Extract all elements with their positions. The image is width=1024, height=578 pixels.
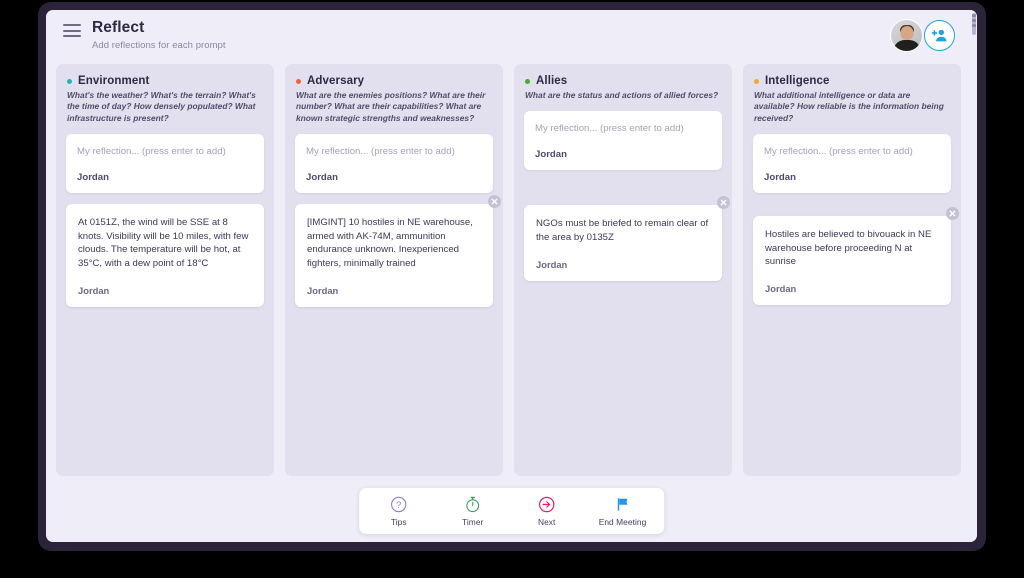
reflection-placeholder: My reflection... (press enter to add) [77,146,226,158]
reflection-input[interactable]: My reflection... (press enter to add) Jo… [753,134,951,194]
note-card-author: Jordan [765,283,797,294]
close-icon[interactable] [946,207,959,221]
column-status-dot [296,78,301,84]
column-allies: Allies What are the status and actions o… [514,64,732,476]
avatar-body [893,40,920,51]
note-card[interactable]: At 0151Z, the wind will be SSE at 8 knot… [66,204,264,312]
note-card[interactable]: Hostiles are believed to bivouack in NE … [753,207,959,305]
note-card-text: NGOs must be briefed to remain clear of … [536,218,709,243]
note-card-list: [IMGINT] 10 hostiles in NE warehouse, ar… [295,195,501,307]
reflection-board: Environment What's the weather? What's t… [46,58,971,542]
column-status-dot [754,78,759,84]
app-header: Reflect Add reflections for each prompt [46,10,977,58]
tips-button[interactable]: ? Tips [377,496,421,527]
app-window: Reflect Add reflections for each prompt [46,10,977,542]
note-card-author: Jordan [78,284,110,296]
timer-button[interactable]: Timer [451,496,495,527]
reflection-author: Jordan [306,172,338,184]
note-card-list: Hostiles are believed to bivouack in NE … [753,207,959,305]
title-block: Reflect Add reflections for each prompt [92,19,226,51]
reflection-placeholder: My reflection... (press enter to add) [764,146,913,158]
column-header: Environment [66,75,264,87]
page-title: Reflect [92,19,145,36]
reflection-author: Jordan [764,172,796,184]
column-prompt: What are the status and actions of allie… [525,90,719,100]
column-title: Environment [78,75,150,87]
reflection-placeholder: My reflection... (press enter to add) [535,123,684,135]
column-prompt: What are the enemies positions? What are… [296,90,486,123]
close-icon[interactable] [717,196,730,210]
flag-icon [617,498,628,511]
note-card-list: NGOs must be briefed to remain clear of … [524,196,730,281]
column-title: Intelligence [765,75,830,87]
reflection-placeholder: My reflection... (press enter to add) [306,146,455,158]
column-header: Adversary [295,75,493,87]
avatar-head [900,25,913,40]
tips-label: Tips [390,517,407,527]
header-actions [890,19,955,52]
note-card[interactable]: NGOs must be briefed to remain clear of … [524,196,730,281]
close-glyph [491,198,498,205]
column-status-dot [67,78,72,84]
vertical-scrollbar[interactable] [971,10,977,542]
timer-label: Timer [462,517,484,527]
note-card[interactable]: [IMGINT] 10 hostiles in NE warehouse, ar… [295,195,501,307]
note-card-text: Hostiles are believed to bivouack in NE … [765,229,932,268]
end-meeting-button[interactable]: End Meeting [599,496,647,527]
arrow-right-circle-icon [538,496,555,513]
note-card-text: At 0151Z, the wind will be SSE at 8 knot… [78,217,249,269]
reflection-author: Jordan [535,149,567,161]
column-title: Allies [536,75,568,87]
column-status-dot [525,78,530,84]
column-prompt: What's the weather? What's the terrain? … [67,90,256,123]
reflection-input[interactable]: My reflection... (press enter to add) Jo… [295,134,493,194]
column-environment: Environment What's the weather? What's t… [56,64,274,476]
column-adversary: Adversary What are the enemies positions… [285,64,503,476]
note-card-author: Jordan [307,284,339,296]
next-label: Next [537,517,556,527]
svg-text:?: ? [396,500,401,510]
reflection-author: Jordan [77,172,109,184]
column-header: Intelligence [753,75,951,87]
column-title: Adversary [307,75,365,87]
hamburger-menu-icon[interactable] [63,24,81,37]
note-card-list: At 0151Z, the wind will be SSE at 8 knot… [66,204,264,312]
device-frame: Reflect Add reflections for each prompt [38,2,986,551]
close-glyph [949,210,956,217]
column-header: Allies [524,75,722,87]
stopwatch-icon [466,496,480,513]
close-glyph [720,199,727,206]
note-card-author: Jordan [536,258,568,270]
close-icon[interactable] [488,195,501,209]
next-button[interactable]: Next [525,496,569,527]
page-subtitle: Add reflections for each prompt [92,40,226,51]
end-meeting-label: End Meeting [598,517,647,527]
note-card-text: [IMGINT] 10 hostiles in NE warehouse, ar… [307,217,473,269]
scrollbar-grip-dots [972,14,976,27]
question-mark-circle-icon: ? [391,496,407,513]
bottom-toolbar: ? Tips Timer Next End Meeting [358,488,665,534]
reflection-input[interactable]: My reflection... (press enter to add) Jo… [524,111,722,171]
add-person-button[interactable] [924,20,955,51]
add-person-icon [931,29,947,42]
avatar[interactable] [890,19,923,52]
reflection-input[interactable]: My reflection... (press enter to add) Jo… [66,134,264,194]
column-intelligence: Intelligence What additional intelligenc… [743,64,961,476]
column-prompt: What additional intelligence or data are… [754,90,944,123]
